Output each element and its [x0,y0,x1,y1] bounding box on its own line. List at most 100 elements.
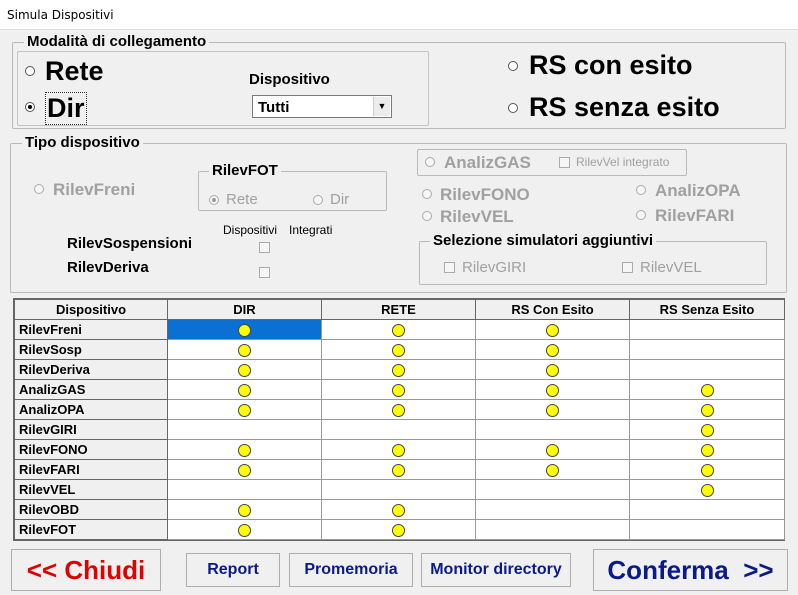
table-row[interactable]: AnalizGAS [14,379,785,400]
conferma-button[interactable]: Conferma >> [593,549,788,591]
device-grid[interactable]: Dispositivo DIR RETE RS Con Esito RS Sen… [13,298,785,541]
row-header[interactable]: RilevFreni [14,319,168,340]
grid-cell[interactable] [629,319,785,340]
analizgas-radio[interactable] [425,157,435,167]
table-row[interactable]: RilevDeriva [14,359,785,380]
rilevvel-radio[interactable] [422,211,432,221]
analizgas-label[interactable]: AnalizGAS [444,153,531,173]
rilevvel-integrato-checkbox[interactable] [559,157,570,168]
rs-con-esito-label[interactable]: RS con esito [529,50,693,81]
grid-cell[interactable] [629,419,785,440]
sel-rilevvel-label[interactable]: RilevVEL [640,259,702,276]
analizopa-label[interactable]: AnalizOPA [655,181,741,201]
grid-cell[interactable] [321,519,476,540]
table-row[interactable]: AnalizOPA [14,399,785,420]
grid-cell[interactable] [321,439,476,460]
grid-cell[interactable] [475,499,630,520]
grid-cell[interactable] [321,399,476,420]
grid-cell[interactable] [321,339,476,360]
rs-senza-esito-label[interactable]: RS senza esito [529,92,720,123]
rilevfono-label[interactable]: RilevFONO [440,185,530,205]
sel-rilevvel-checkbox[interactable] [622,262,633,273]
grid-cell[interactable] [321,459,476,480]
column-header[interactable]: RETE [321,299,476,320]
grid-cell[interactable] [167,459,322,480]
row-header[interactable]: RilevSosp [14,339,168,360]
fot-rete-label[interactable]: Rete [226,191,258,208]
grid-cell[interactable] [167,499,322,520]
row-header[interactable]: AnalizOPA [14,399,168,420]
grid-cell[interactable] [167,479,322,500]
grid-cell[interactable] [475,339,630,360]
table-row[interactable]: RilevFARI [14,459,785,480]
column-header[interactable]: DIR [167,299,322,320]
grid-cell[interactable] [629,479,785,500]
column-header[interactable]: RS Con Esito [475,299,630,320]
dir-radio[interactable] [25,102,35,112]
rilevfreni-radio[interactable] [34,184,44,194]
grid-cell[interactable] [629,359,785,380]
promemoria-button[interactable]: Promemoria [289,553,413,587]
rilevfono-radio[interactable] [422,189,432,199]
grid-cell[interactable] [475,519,630,540]
rilevvel-label[interactable]: RilevVEL [440,207,514,227]
grid-cell[interactable] [321,379,476,400]
fot-rete-radio[interactable] [209,195,219,205]
grid-cell[interactable] [629,439,785,460]
row-header[interactable]: RilevFARI [14,459,168,480]
grid-cell[interactable] [167,519,322,540]
grid-cell[interactable] [629,459,785,480]
rete-label[interactable]: Rete [45,56,104,87]
table-row[interactable]: RilevSosp [14,339,785,360]
grid-cell[interactable] [475,479,630,500]
row-header[interactable]: AnalizGAS [14,379,168,400]
dir-label[interactable]: Dir [45,92,87,125]
grid-cell[interactable] [167,379,322,400]
chevron-down-icon[interactable]: ▼ [373,97,390,116]
grid-cell[interactable] [475,399,630,420]
rs-con-esito-radio[interactable] [508,61,518,71]
grid-cell[interactable] [321,319,476,340]
rilevfreni-label[interactable]: RilevFreni [53,180,135,200]
grid-cell[interactable] [167,319,322,340]
rilevgiri-label[interactable]: RilevGIRI [462,259,526,276]
grid-cell[interactable] [321,499,476,520]
fot-dir-radio[interactable] [313,195,323,205]
column-header[interactable]: RS Senza Esito [629,299,785,320]
column-header[interactable]: Dispositivo [14,299,168,320]
grid-cell[interactable] [475,439,630,460]
rs-senza-esito-radio[interactable] [508,103,518,113]
grid-cell[interactable] [321,359,476,380]
report-button[interactable]: Report [186,553,280,587]
grid-cell[interactable] [475,419,630,440]
grid-cell[interactable] [475,319,630,340]
grid-cell[interactable] [167,399,322,420]
table-row[interactable]: RilevGIRI [14,419,785,440]
grid-cell[interactable] [629,499,785,520]
table-row[interactable]: RilevFOT [14,519,785,540]
row-header[interactable]: RilevFONO [14,439,168,460]
rilevfari-label[interactable]: RilevFARI [655,206,734,226]
grid-cell[interactable] [629,399,785,420]
grid-cell[interactable] [167,439,322,460]
row-header[interactable]: RilevFOT [14,519,168,540]
grid-cell[interactable] [167,419,322,440]
dispositivo-select[interactable]: Tutti ▼ [252,95,392,118]
grid-cell[interactable] [321,479,476,500]
analizopa-radio[interactable] [636,185,646,195]
table-row[interactable]: RilevFONO [14,439,785,460]
chiudi-button[interactable]: << Chiudi [11,549,161,591]
row-header[interactable]: RilevGIRI [14,419,168,440]
grid-cell[interactable] [629,379,785,400]
rilevvel-integrato-label[interactable]: RilevVel integrato [576,155,669,169]
table-row[interactable]: RilevVEL [14,479,785,500]
fot-dir-label[interactable]: Dir [330,191,349,208]
grid-cell[interactable] [475,459,630,480]
table-row[interactable]: RilevOBD [14,499,785,520]
rilevderiva-checkbox[interactable] [259,267,270,278]
grid-cell[interactable] [475,379,630,400]
rilevsospensioni-checkbox[interactable] [259,242,270,253]
rilevgiri-checkbox[interactable] [444,262,455,273]
rete-radio[interactable] [25,66,35,76]
grid-cell[interactable] [475,359,630,380]
